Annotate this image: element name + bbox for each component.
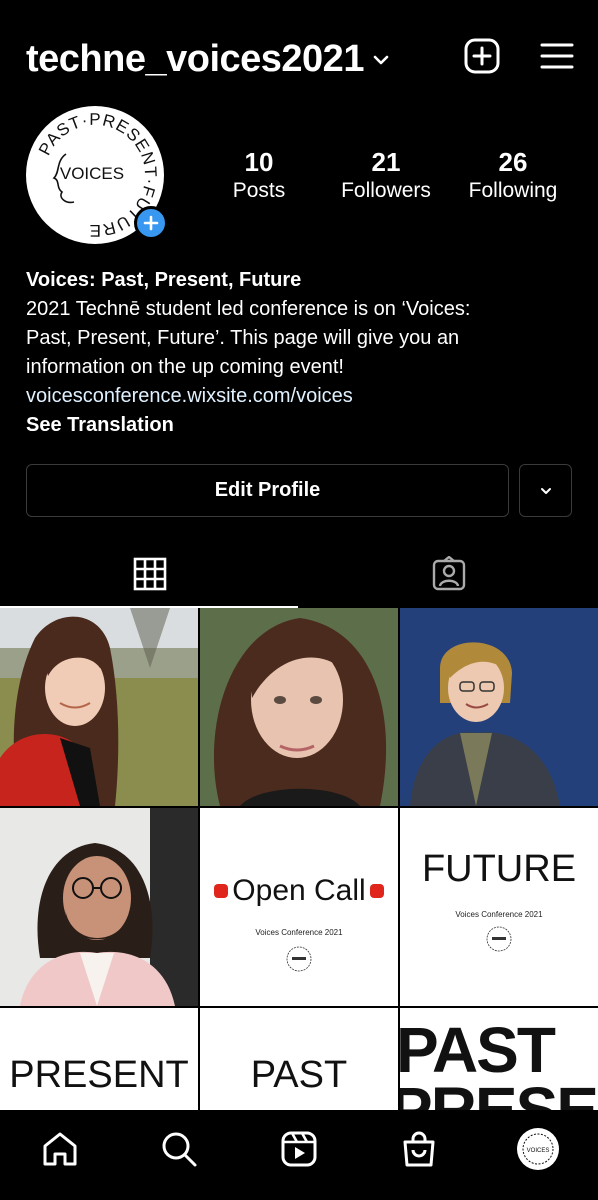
post-thumbnail[interactable] (0, 808, 198, 1006)
profile-bio: Voices: Past, Present, Future 2021 Techn… (26, 266, 586, 440)
photo-woman-blue-background (400, 608, 598, 806)
chevron-down-icon (540, 487, 551, 494)
profile-stats: 10 Posts 21 Followers 26 Following (196, 148, 576, 206)
bio-line: information on the up coming event! (26, 356, 344, 378)
post-card-subtitle: Voices Conference 2021 (255, 928, 343, 937)
post-card-title: PAST (400, 1014, 556, 1086)
post-card-title: PRESENT (9, 1054, 189, 1096)
search-icon (162, 1132, 197, 1167)
post-card-title: FUTURE (421, 848, 577, 890)
nav-shop[interactable] (389, 1119, 449, 1179)
post-card-title: PRESENT (400, 1074, 598, 1110)
post-thumbnail[interactable]: PRESENT (0, 1008, 198, 1110)
account-switcher[interactable]: techne_voices2021 (26, 38, 390, 81)
post-thumbnail[interactable]: Open Call Voices Conference 2021 (200, 808, 398, 1006)
bottom-navigation: VOICES (0, 1110, 598, 1200)
siren-icon (369, 884, 384, 898)
voices-logo-small: VOICES (522, 1133, 554, 1165)
nav-home[interactable] (30, 1119, 90, 1179)
stat-label: Posts (232, 179, 286, 202)
see-translation-link[interactable]: See Translation (26, 411, 586, 440)
post-card-title: PAST (250, 1054, 348, 1096)
nav-search[interactable] (149, 1119, 209, 1179)
stat-value: 21 (371, 147, 401, 177)
post-thumbnail[interactable] (0, 608, 198, 806)
bio-line: 2021 Technē student led conference is on… (26, 298, 471, 320)
stat-value: 10 (244, 147, 274, 177)
post-card-subtitle: Voices Conference 2021 (455, 910, 543, 919)
post-thumbnail[interactable] (400, 608, 598, 806)
home-icon (43, 1132, 77, 1166)
tab-tagged[interactable] (299, 540, 598, 608)
nav-reels[interactable] (269, 1119, 329, 1179)
tagged-icon (432, 556, 465, 591)
svg-text:VOICES: VOICES (527, 1148, 550, 1154)
post-thumbnail[interactable]: FUTURE Voices Conference 2021 (400, 808, 598, 1006)
suggested-accounts-button[interactable] (519, 464, 572, 517)
new-post-icon[interactable] (464, 38, 500, 74)
nav-profile[interactable]: VOICES (508, 1119, 568, 1179)
voices-logo-small (286, 946, 312, 972)
post-card-text: Open Call (232, 874, 366, 907)
bio-website-link[interactable]: voicesconference.wixsite.com/voices (26, 382, 586, 411)
chevron-down-icon (373, 55, 389, 64)
plus-icon (143, 215, 159, 231)
stat-following[interactable]: 26 Following (450, 148, 576, 206)
top-bar: techne_voices2021 (0, 0, 598, 118)
bio-line: Past, Present, Future’. This page will g… (26, 327, 460, 349)
stat-posts[interactable]: 10 Posts (196, 148, 322, 206)
edit-profile-button[interactable]: Edit Profile (26, 464, 509, 517)
svg-text:VOICES: VOICES (60, 164, 124, 183)
grid-icon (133, 557, 166, 591)
post-thumbnail[interactable]: PAST (200, 1008, 398, 1110)
stat-label: Following (468, 179, 558, 202)
stat-value: 26 (498, 147, 528, 177)
post-thumbnail[interactable] (200, 608, 398, 806)
siren-icon (214, 884, 229, 898)
menu-icon[interactable] (540, 42, 574, 70)
voices-logo-small (486, 926, 512, 952)
post-thumbnail[interactable]: PAST PRESENT (400, 1008, 598, 1110)
reels-icon (281, 1131, 317, 1167)
post-card-title: Open Call (200, 874, 398, 908)
photo-woman-red-coat (0, 608, 198, 806)
shop-icon (403, 1131, 435, 1167)
profile-display-name: Voices: Past, Present, Future (26, 269, 302, 291)
tab-grid[interactable] (0, 540, 299, 608)
profile-avatar-small: VOICES (517, 1128, 560, 1170)
profile-tabs (0, 540, 598, 608)
add-story-badge[interactable] (134, 206, 168, 240)
photo-man-glasses (0, 808, 198, 1006)
stat-label: Followers (341, 179, 431, 202)
username: techne_voices2021 (26, 38, 364, 80)
profile-actions: Edit Profile (26, 464, 572, 517)
photo-woman-portrait (200, 608, 398, 806)
stat-followers[interactable]: 21 Followers (323, 148, 449, 206)
posts-grid: Open Call Voices Conference 2021 FUTURE … (0, 608, 598, 1110)
profile-avatar-container[interactable]: PAST·PRESENT·FUTURE VOICES (26, 106, 168, 244)
